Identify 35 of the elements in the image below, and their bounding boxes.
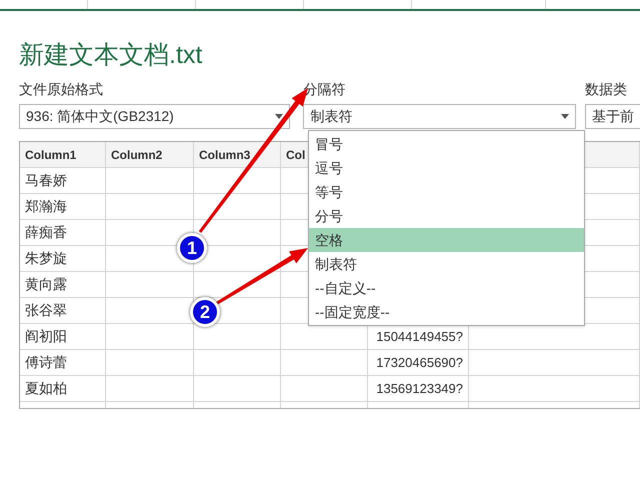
delimiter-option[interactable]: 冒号 bbox=[309, 132, 584, 156]
table-cell-text: 薛痴香 bbox=[25, 223, 67, 242]
dropdown-caret-icon bbox=[561, 114, 570, 119]
table-cell-text: 17320465690? bbox=[376, 354, 463, 372]
column-header: Col bbox=[286, 146, 306, 164]
table-cell-text: 傅诗蕾 bbox=[25, 353, 67, 372]
step-number-badge: 2 bbox=[190, 297, 220, 327]
table-cell-text: 黄向露 bbox=[25, 275, 67, 294]
column-header: Column2 bbox=[111, 146, 162, 164]
table-cell-text: 15044149455? bbox=[376, 328, 463, 346]
delimiter-option[interactable]: 空格 bbox=[309, 228, 584, 252]
table-cell-text: 张谷翠 bbox=[25, 301, 67, 320]
delimiter-option[interactable]: --固定宽度-- bbox=[309, 300, 584, 324]
table-cell-text: 郑瀚海 bbox=[25, 197, 67, 216]
detection-dropdown[interactable]: 基于前 bbox=[585, 104, 640, 129]
column-header: Column3 bbox=[199, 146, 250, 164]
table-cell-text: 朱梦旋 bbox=[25, 249, 67, 268]
table-cell-text: 马春娇 bbox=[25, 171, 67, 190]
table-cell-text: 13569123349? bbox=[376, 380, 463, 398]
delimiter-option[interactable]: 等号 bbox=[309, 180, 584, 204]
delimiter-option[interactable]: 分号 bbox=[309, 204, 584, 228]
delimiter-option[interactable]: --自定义-- bbox=[309, 276, 584, 300]
encoding-dropdown[interactable]: 936: 简体中文(GB2312) bbox=[19, 104, 290, 129]
delimiter-dropdown[interactable]: 制表符 bbox=[303, 104, 576, 129]
field-label: 文件原始格式 bbox=[19, 80, 103, 99]
step-number-badge: 1 bbox=[177, 233, 207, 263]
delimiter-option[interactable]: 制表符 bbox=[309, 252, 584, 276]
delimiter-option[interactable]: 逗号 bbox=[309, 156, 584, 180]
field-label: 分隔符 bbox=[303, 80, 346, 99]
column-header: Column1 bbox=[25, 146, 76, 164]
dropdown-caret-icon bbox=[275, 114, 283, 119]
table-cell-text: 夏如柏 bbox=[25, 379, 67, 398]
dialog-title: 新建文本文档.txt bbox=[19, 40, 202, 71]
field-label: 数据类 bbox=[585, 80, 627, 99]
table-cell-text: 阎初阳 bbox=[25, 327, 67, 346]
